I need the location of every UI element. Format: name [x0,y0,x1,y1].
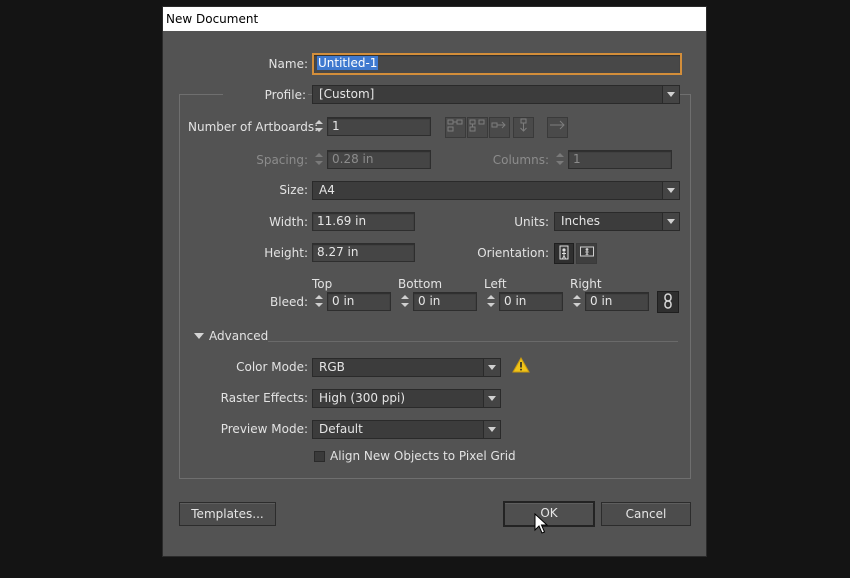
stepper-up-icon [315,120,323,124]
color-mode-select[interactable]: RGB [312,358,501,377]
columns-label: Columns: [492,153,549,167]
link-bleed-icon[interactable] [657,291,679,313]
profile-label: Profile: [223,86,308,104]
units-select[interactable]: Inches [554,212,680,231]
bleed-left-label: Left [484,277,507,291]
bleed-bottom-input[interactable]: 0 in [413,292,477,311]
bleed-right-label: Right [570,277,602,291]
new-document-dialog: New Document Name: Untitled-1 Profile: [… [162,6,707,557]
bleed-bottom-stepper[interactable] [399,292,412,311]
height-label: Height: [264,246,308,260]
arrange-grid-by-column-icon[interactable] [467,117,488,138]
chevron-down-icon [662,86,679,103]
dialog-title: New Document [166,12,259,26]
stepper-down-icon [315,161,323,165]
color-mode-label: Color Mode: [236,360,308,374]
bleed-top-label: Top [312,277,333,291]
color-mode-select-value: RGB [319,360,345,374]
arrange-by-column-icon[interactable] [513,117,534,138]
chevron-down-icon [483,421,500,438]
raster-effects-select-value: High (300 ppi) [319,391,406,405]
spacing-label: Spacing: [256,153,308,167]
chevron-down-icon [483,359,500,376]
chevron-down-icon [483,390,500,407]
bleed-right-input[interactable]: 0 in [585,292,649,311]
stepper-up-icon [556,153,564,157]
width-input[interactable]: 11.69 in [312,212,415,231]
align-pixel-grid-checkbox[interactable] [314,451,325,462]
stepper-down-icon [315,303,323,307]
portrait-orientation-icon[interactable] [554,243,574,264]
size-select[interactable]: A4 [312,181,680,200]
bleed-left-stepper[interactable] [485,292,498,311]
name-label: Name: [268,57,308,71]
bleed-left-input[interactable]: 0 in [499,292,563,311]
stepper-up-icon [315,153,323,157]
units-select-value: Inches [561,214,600,228]
width-label: Width: [269,215,308,229]
stepper-down-icon [401,303,409,307]
bleed-right-stepper[interactable] [571,292,584,311]
cancel-button[interactable]: Cancel [601,502,691,526]
advanced-toggle[interactable]: Advanced [209,327,268,345]
stepper-down-icon [315,128,323,132]
layout-direction-arrow-icon[interactable] [547,117,568,138]
stepper-down-icon [487,303,495,307]
stepper-down-icon [556,161,564,165]
preview-mode-select-value: Default [319,422,363,436]
raster-effects-select[interactable]: High (300 ppi) [312,389,501,408]
profile-select-value: [Custom] [319,87,375,101]
columns-stepper [554,150,567,169]
artboards-label: Number of Artboards: [188,120,319,134]
spacing-stepper [313,150,326,169]
artboards-stepper[interactable] [313,117,326,136]
arrange-grid-by-row-icon[interactable] [445,117,466,138]
bleed-label: Bleed: [270,295,308,309]
mouse-cursor-icon [534,512,549,535]
orientation-label: Orientation: [477,246,549,260]
arrange-by-row-icon[interactable] [489,117,510,138]
size-select-value: A4 [319,183,335,197]
advanced-disclosure-icon[interactable] [194,333,204,339]
ok-button[interactable]: OK [503,501,595,527]
warning-triangle-icon [512,356,530,373]
stepper-down-icon [573,303,581,307]
profile-select[interactable]: [Custom] [312,85,680,104]
align-pixel-grid-label: Align New Objects to Pixel Grid [330,449,516,463]
artboards-input[interactable]: 1 [327,117,431,136]
name-input[interactable]: Untitled-1 [312,53,682,75]
templates-button[interactable]: Templates... [179,502,276,526]
bleed-top-input[interactable]: 0 in [327,292,391,311]
advanced-separator [268,341,678,342]
bleed-bottom-label: Bottom [398,277,443,291]
height-input[interactable]: 8.27 in [312,243,415,262]
size-label: Size: [279,183,308,197]
dialog-title-bar[interactable]: New Document [163,7,706,31]
stepper-up-icon [401,295,409,299]
name-input-value: Untitled-1 [317,56,379,70]
stepper-up-icon [573,295,581,299]
raster-effects-label: Raster Effects: [220,391,308,405]
units-label: Units: [514,215,549,229]
landscape-orientation-icon[interactable] [576,243,597,264]
spacing-input: 0.28 in [327,150,431,169]
preview-mode-label: Preview Mode: [220,422,308,436]
chevron-down-icon [662,213,679,230]
stepper-up-icon [315,295,323,299]
chevron-down-icon [662,182,679,199]
stepper-up-icon [487,295,495,299]
columns-input: 1 [568,150,672,169]
bleed-top-stepper[interactable] [313,292,326,311]
preview-mode-select[interactable]: Default [312,420,501,439]
